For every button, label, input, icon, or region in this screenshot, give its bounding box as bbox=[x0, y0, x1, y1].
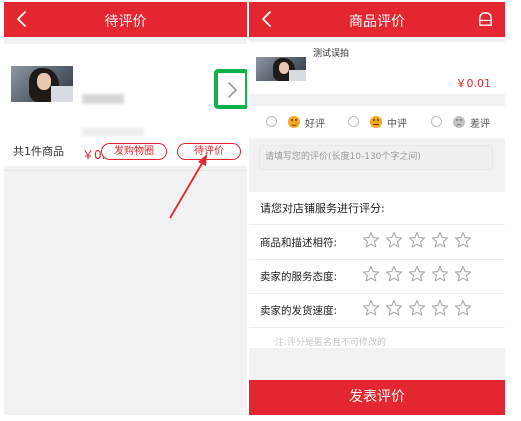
rating-row-description: 商品和描述相符: bbox=[249, 226, 505, 258]
rating-note: 注:评分是匿名且不可修改的 bbox=[275, 338, 387, 348]
page-title: 商品评价 bbox=[349, 14, 405, 30]
star-outline-icon[interactable] bbox=[408, 265, 426, 283]
star-outline-icon[interactable] bbox=[385, 265, 403, 283]
rating-label: 好评 bbox=[305, 119, 325, 130]
star-outline-icon[interactable] bbox=[454, 299, 472, 317]
chevron-right-icon bbox=[228, 82, 237, 98]
rating-row-label: 卖家的发货速度: bbox=[260, 305, 338, 317]
radio-button[interactable] bbox=[266, 116, 277, 127]
share-to-circle-button[interactable]: 发购物圈 bbox=[101, 143, 167, 160]
rating-row-shipping: 卖家的发货速度: bbox=[249, 294, 505, 326]
star-outline-icon[interactable] bbox=[454, 231, 472, 249]
shop-service-rating: 请您对店铺服务进行评分: 商品和描述相符: 卖家的服务态度: 卖家的发货速度: … bbox=[249, 192, 505, 348]
product-thumbnail[interactable] bbox=[11, 66, 73, 102]
smile-icon bbox=[288, 116, 300, 128]
service-rating-title: 请您对店铺服务进行评分: bbox=[260, 202, 385, 215]
radio-button[interactable] bbox=[348, 116, 359, 127]
divider bbox=[249, 327, 505, 328]
product-thumbnail bbox=[256, 57, 306, 81]
star-outline-icon[interactable] bbox=[408, 231, 426, 249]
rating-options: 好评 中评 差评 bbox=[249, 106, 505, 138]
star-outline-icon[interactable] bbox=[385, 299, 403, 317]
review-comment-input[interactable]: 请填写您的评价(长度10-130个字之间) bbox=[259, 145, 493, 170]
pending-review-screen: 待评价 ￥0.01 共1件商品 发购物圈 待评价 bbox=[4, 2, 247, 415]
product-summary: 测试误拍 ￥0.01 bbox=[249, 42, 505, 94]
neutral-face-icon bbox=[370, 116, 382, 128]
annotation-arrow bbox=[169, 154, 207, 219]
rating-label: 中评 bbox=[387, 119, 407, 130]
star-outline-icon[interactable] bbox=[408, 299, 426, 317]
product-name: 测试误拍 bbox=[313, 49, 350, 59]
product-review-screen: 商品评价 测试误拍 ￥0.01 好评 中评 差评 请填写您的评价(长度10-13… bbox=[249, 2, 505, 415]
header-bar: 商品评价 bbox=[249, 2, 505, 37]
screenshot-stage: 待评价 ￥0.01 共1件商品 发购物圈 待评价 bbox=[0, 0, 521, 421]
submit-review-button[interactable]: 发表评价 bbox=[249, 380, 505, 415]
home-icon[interactable] bbox=[476, 10, 495, 29]
star-outline-icon[interactable] bbox=[362, 265, 380, 283]
star-outline-icon[interactable] bbox=[362, 231, 380, 249]
rating-row-service: 卖家的服务态度: bbox=[249, 260, 505, 292]
blurred-product-name bbox=[82, 94, 124, 104]
star-outline-icon[interactable] bbox=[454, 265, 472, 283]
order-detail-button[interactable] bbox=[214, 69, 247, 109]
product-price: ￥0.01 bbox=[455, 77, 492, 90]
star-outline-icon[interactable] bbox=[362, 299, 380, 317]
header-bar: 待评价 bbox=[4, 2, 247, 37]
rating-row-label: 商品和描述相符: bbox=[260, 237, 338, 249]
rating-label: 差评 bbox=[470, 119, 490, 130]
sad-face-icon bbox=[453, 116, 465, 128]
star-outline-icon[interactable] bbox=[431, 265, 449, 283]
page-title: 待评价 bbox=[104, 14, 147, 30]
blurred-product-spec bbox=[82, 128, 144, 136]
radio-button[interactable] bbox=[431, 116, 442, 127]
item-count: 共1件商品 bbox=[13, 145, 64, 158]
divider bbox=[249, 224, 505, 225]
star-outline-icon[interactable] bbox=[385, 231, 403, 249]
rating-row-label: 卖家的服务态度: bbox=[260, 271, 338, 283]
star-outline-icon[interactable] bbox=[431, 299, 449, 317]
star-outline-icon[interactable] bbox=[431, 231, 449, 249]
